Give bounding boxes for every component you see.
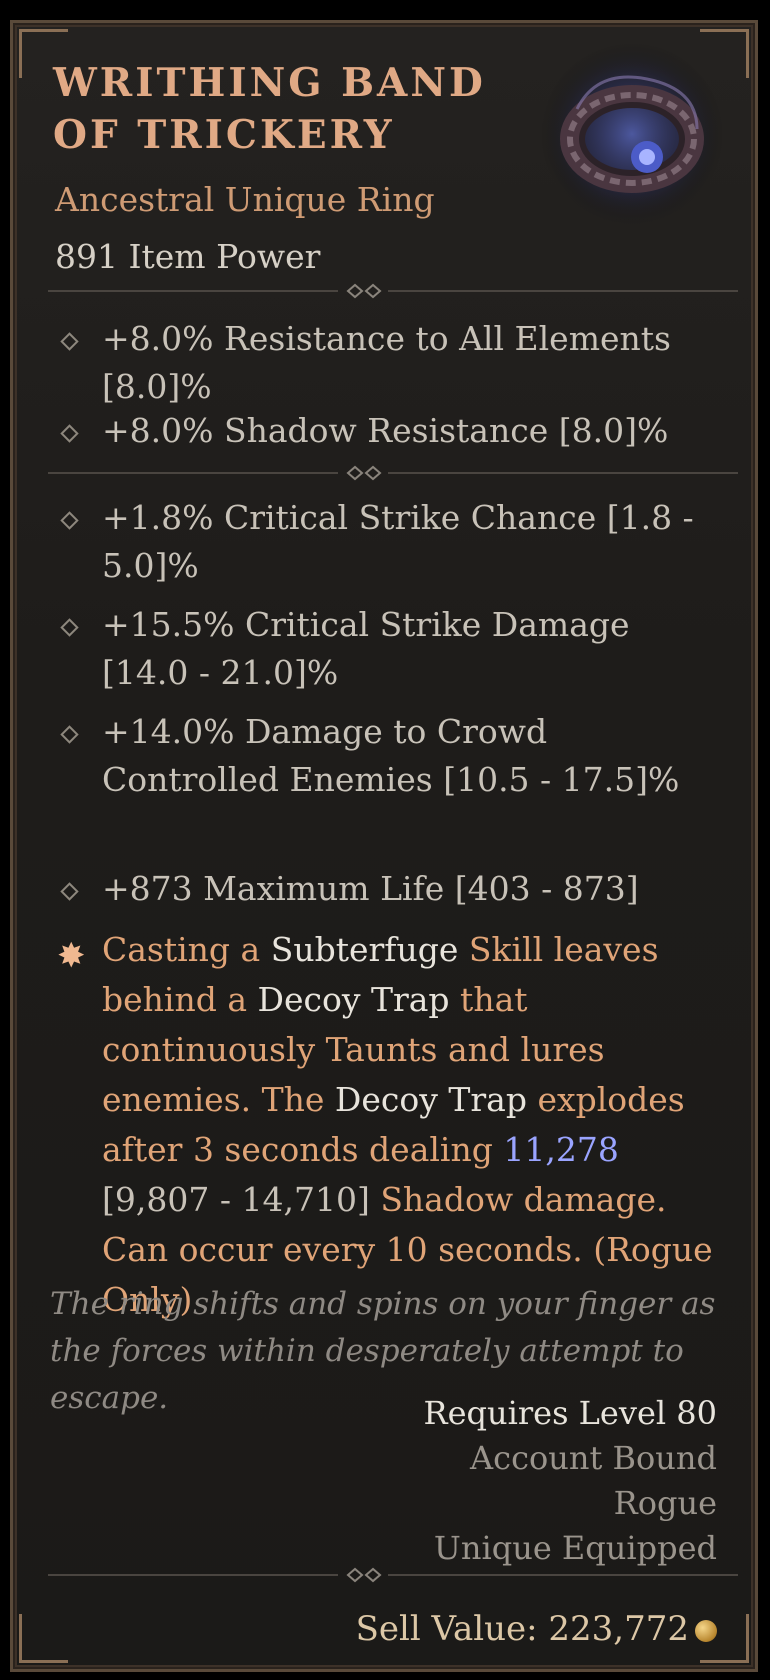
requirements: Requires Level 80 Account Bound Rogue Un…: [423, 1391, 717, 1571]
diamond-bullet-icon: [60, 424, 79, 443]
unique-text: Casting a: [102, 930, 271, 969]
diamond-bullet-icon: [60, 618, 79, 637]
unique-power-text: Casting a Subterfuge Skill leaves behind…: [102, 925, 732, 1325]
divider: [48, 465, 738, 481]
item-name-line2: of Trickery: [53, 112, 395, 158]
account-bound: Account Bound: [470, 1439, 717, 1477]
unique-value: 11,278: [503, 1130, 619, 1169]
required-level: Requires Level 80: [423, 1394, 717, 1432]
implicit-affix: +8.0% Resistance to All Elements [8.0]%: [53, 315, 733, 411]
affix-text: +8.0% Resistance to All Elements [8.0]%: [102, 319, 671, 406]
item-power: 891 Item Power: [55, 237, 321, 276]
affix-text: +1.8% Critical Strike Chance [1.8 - 5.0]…: [102, 498, 694, 585]
item-name: Writhing Band of Trickery: [53, 57, 486, 161]
divider: [48, 1567, 738, 1583]
unique-highlight: Decoy Trap: [334, 1080, 527, 1119]
diamond-bullet-icon: [60, 332, 79, 351]
affix-text: +873 Maximum Life [403 - 873]: [102, 869, 639, 908]
item-type: Ancestral Unique Ring: [55, 180, 435, 219]
ring-icon: [540, 42, 724, 226]
affix-text: +15.5% Critical Strike Damage [14.0 - 21…: [102, 605, 630, 692]
unique-star-icon: ✸: [57, 936, 86, 976]
gold-coin-icon: [695, 1620, 717, 1642]
unique-equipped: Unique Equipped: [433, 1529, 717, 1567]
affix: +14.0% Damage to Crowd Controlled Enemie…: [53, 708, 733, 804]
class-requirement: Rogue: [613, 1484, 717, 1522]
unique-highlight: Subterfuge: [270, 930, 459, 969]
diamond-bullet-icon: [60, 511, 79, 530]
affix: +873 Maximum Life [403 - 873]: [53, 865, 733, 913]
item-name-line1: Writhing Band: [53, 60, 486, 106]
unique-highlight: Decoy Trap: [257, 980, 450, 1019]
frame-corner: [19, 1614, 68, 1663]
affix-text: +8.0% Shadow Resistance [8.0]%: [102, 411, 669, 450]
affix: +1.8% Critical Strike Chance [1.8 - 5.0]…: [53, 494, 733, 590]
implicit-affix: +8.0% Shadow Resistance [8.0]%: [53, 407, 733, 455]
affix-text: +14.0% Damage to Crowd Controlled Enemie…: [102, 712, 680, 799]
diamond-bullet-icon: [60, 725, 79, 744]
unique-range: [9,807 - 14,710]: [102, 1180, 370, 1219]
diamond-bullet-icon: [60, 882, 79, 901]
item-tooltip: Writhing Band of Trickery Ancestral Uniq…: [10, 20, 758, 1672]
divider: [48, 283, 738, 299]
sell-value-text: Sell Value: 223,772: [355, 1609, 689, 1649]
affix: +15.5% Critical Strike Damage [14.0 - 21…: [53, 601, 733, 697]
sell-value: Sell Value: 223,772: [356, 1609, 717, 1649]
